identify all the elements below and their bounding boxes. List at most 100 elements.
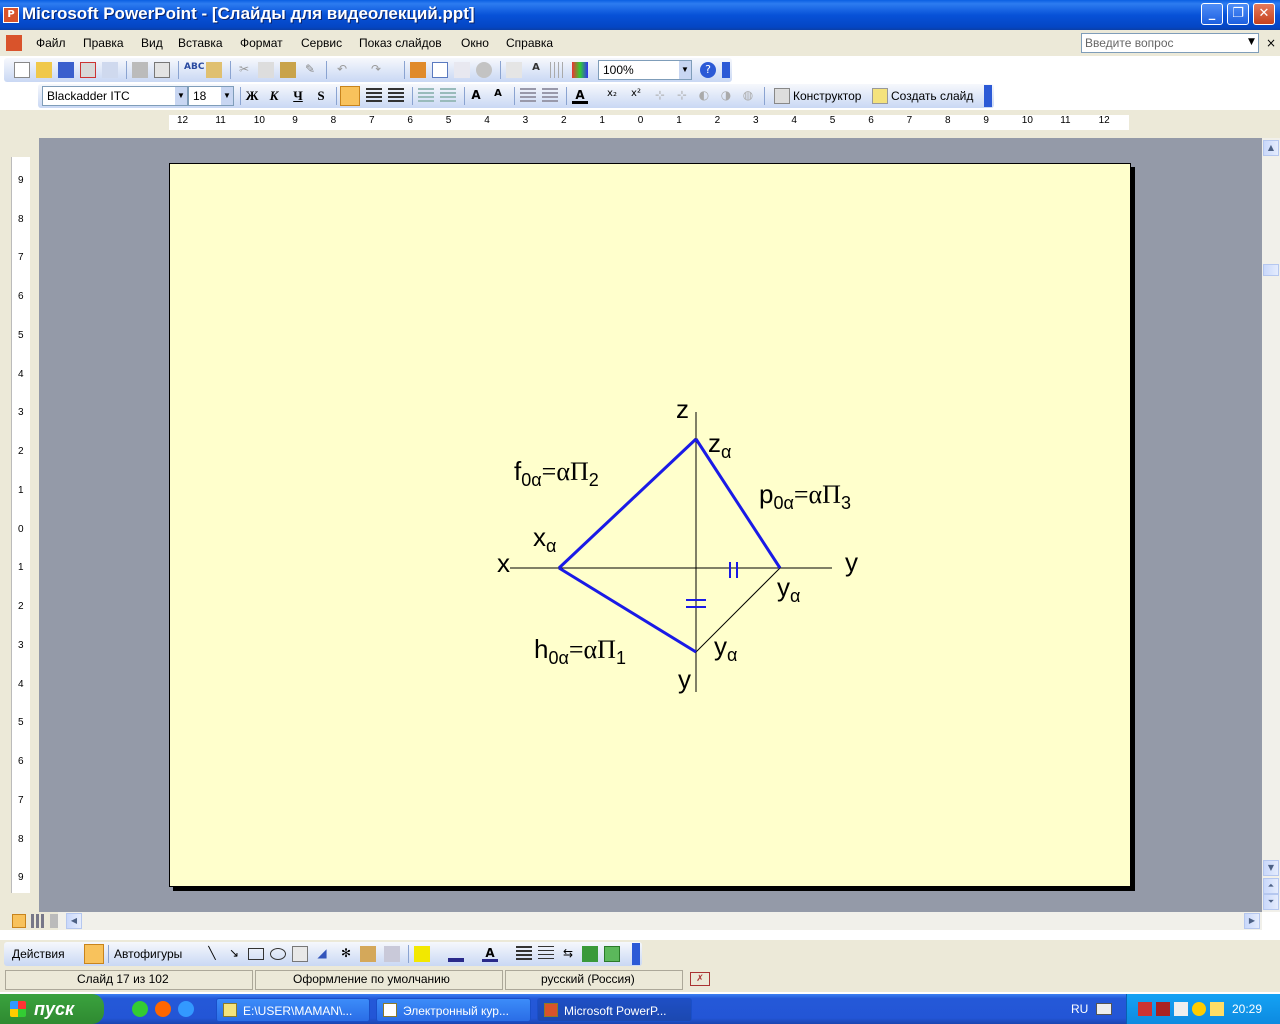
- start-button[interactable]: пуск: [0, 994, 104, 1024]
- drawing-options-icon[interactable]: [632, 943, 640, 965]
- font-color-draw-icon[interactable]: A: [482, 946, 498, 962]
- new-slide-button[interactable]: Создать слайд: [891, 89, 973, 103]
- permission-icon[interactable]: [80, 62, 96, 78]
- email-icon[interactable]: [102, 62, 118, 78]
- undo-icon[interactable]: ↶: [334, 62, 350, 78]
- close-button[interactable]: ✕: [1253, 3, 1275, 25]
- vertical-ruler[interactable]: 9 8 7 6 5 4 3 2 1 0 1 2 3 4 5 6 7 8 9: [11, 157, 30, 893]
- shadow-button[interactable]: S: [311, 87, 331, 105]
- new-slide-icon[interactable]: [872, 88, 888, 104]
- powerpoint-app-icon[interactable]: P: [3, 7, 19, 23]
- formatting-options-icon[interactable]: [984, 85, 992, 107]
- fill-color-icon[interactable]: [414, 946, 430, 962]
- tray-icon-1[interactable]: [1138, 1002, 1152, 1016]
- select-objects-icon[interactable]: [84, 944, 104, 964]
- help-icon[interactable]: ?: [700, 62, 716, 78]
- animation-icon-4[interactable]: ◑: [718, 88, 734, 104]
- zoom-dropdown[interactable]: 100% ▼: [598, 60, 692, 80]
- font-dropdown[interactable]: Blackadder ITC ▼: [42, 86, 188, 106]
- bullets-icon[interactable]: [440, 88, 456, 104]
- volume-icon[interactable]: [1174, 1002, 1188, 1016]
- autoshapes-menu[interactable]: Автофигуры: [114, 947, 182, 961]
- menu-format[interactable]: Формат: [240, 36, 283, 50]
- zoom-arrow-icon[interactable]: ▼: [679, 61, 691, 79]
- animation-icon-2[interactable]: ⊹: [674, 88, 690, 104]
- numbering-icon[interactable]: [418, 88, 434, 104]
- decrease-indent-icon[interactable]: [520, 88, 536, 104]
- font-arrow-icon[interactable]: ▼: [175, 87, 187, 105]
- help-question-box[interactable]: Введите вопрос: [1081, 33, 1259, 53]
- document-icon[interactable]: [6, 35, 22, 51]
- menu-insert[interactable]: Вставка: [178, 36, 223, 50]
- paste-icon[interactable]: [280, 62, 296, 78]
- arrow-style-icon[interactable]: ⇆: [560, 946, 576, 962]
- scroll-right-icon[interactable]: ▶: [1244, 913, 1260, 929]
- toolbar-options-icon[interactable]: [722, 62, 730, 78]
- scroll-thumb[interactable]: [1263, 264, 1279, 276]
- align-center-icon[interactable]: [366, 88, 382, 104]
- restore-button[interactable]: ❐: [1227, 3, 1249, 25]
- align-left-icon[interactable]: [340, 86, 360, 106]
- designer-button[interactable]: Конструктор: [793, 89, 861, 103]
- clipart-icon[interactable]: [360, 946, 376, 962]
- new-icon[interactable]: [14, 62, 30, 78]
- previous-slide-icon[interactable]: ⏶: [1263, 878, 1279, 894]
- insert-table-icon[interactable]: [432, 62, 448, 78]
- text-box-icon[interactable]: [292, 946, 308, 962]
- expand-all-icon[interactable]: [506, 62, 522, 78]
- rectangle-icon[interactable]: [248, 948, 264, 960]
- quicklaunch-icon-1[interactable]: [132, 1001, 148, 1017]
- menu-view[interactable]: Вид: [141, 36, 163, 50]
- scroll-up-icon[interactable]: ▲: [1263, 140, 1279, 156]
- show-formatting-icon[interactable]: A: [528, 62, 544, 78]
- superscript-icon[interactable]: x²: [628, 88, 644, 104]
- line-style-icon[interactable]: [516, 946, 532, 962]
- bold-button[interactable]: Ж: [242, 87, 262, 105]
- print-preview-icon[interactable]: [154, 62, 170, 78]
- insert-chart-icon[interactable]: [410, 62, 426, 78]
- font-color-icon[interactable]: A: [572, 88, 588, 104]
- task-powerpoint[interactable]: Microsoft PowerP...: [537, 998, 692, 1022]
- animation-icon-3[interactable]: ◐: [696, 88, 712, 104]
- horizontal-ruler[interactable]: 12 11 10 9 8 7 6 5 4 3 2 1 0 1 2 3 4 5 6 7 8 9 10 11 12: [169, 115, 1129, 130]
- underline-button[interactable]: Ч: [288, 87, 308, 105]
- redo-icon[interactable]: ↷: [368, 62, 384, 78]
- animation-icon-5[interactable]: ◍: [740, 88, 756, 104]
- menu-slide-show[interactable]: Показ слайдов: [359, 36, 442, 50]
- line-color-icon[interactable]: [448, 946, 464, 962]
- color-grayscale-icon[interactable]: [572, 62, 588, 78]
- oval-icon[interactable]: [270, 948, 286, 960]
- ie-icon[interactable]: [178, 1001, 194, 1017]
- grid-icon[interactable]: [550, 62, 566, 78]
- save-icon[interactable]: [58, 62, 74, 78]
- vertical-scrollbar[interactable]: ▲ ▼ ⏶ ⏷: [1262, 138, 1280, 912]
- help-dropdown-arrow-icon[interactable]: ▼: [1248, 37, 1255, 47]
- italic-button[interactable]: К: [264, 87, 284, 105]
- tray-icon-4[interactable]: [1192, 1002, 1206, 1016]
- minimize-button[interactable]: _: [1201, 3, 1223, 25]
- animation-icon-1[interactable]: ⊹: [652, 88, 668, 104]
- menu-file[interactable]: Файл: [36, 36, 66, 50]
- copy-icon[interactable]: [258, 62, 274, 78]
- align-right-icon[interactable]: [388, 88, 404, 104]
- normal-view-icon[interactable]: [12, 914, 26, 928]
- spelling-status-icon[interactable]: ✗: [690, 972, 710, 986]
- shadow-style-icon[interactable]: [582, 946, 598, 962]
- arrow-icon[interactable]: ↘: [226, 946, 242, 962]
- wordart-icon[interactable]: ◢: [314, 946, 330, 962]
- menu-help[interactable]: Справка: [506, 36, 553, 50]
- keyboard-icon[interactable]: [1096, 1003, 1112, 1015]
- open-icon[interactable]: [36, 62, 52, 78]
- research-icon[interactable]: [206, 62, 222, 78]
- subscript-icon[interactable]: x₂: [604, 88, 620, 104]
- increase-font-icon[interactable]: A: [468, 88, 484, 104]
- menu-edit[interactable]: Правка: [83, 36, 124, 50]
- insert-hyperlink-icon[interactable]: [476, 62, 492, 78]
- dash-style-icon[interactable]: [538, 946, 554, 962]
- firefox-icon[interactable]: [155, 1001, 171, 1017]
- language-indicator[interactable]: RU: [1071, 1002, 1088, 1016]
- increase-indent-icon[interactable]: [542, 88, 558, 104]
- menu-window[interactable]: Окно: [461, 36, 489, 50]
- tray-icon-5[interactable]: [1210, 1002, 1224, 1016]
- designer-icon[interactable]: [774, 88, 790, 104]
